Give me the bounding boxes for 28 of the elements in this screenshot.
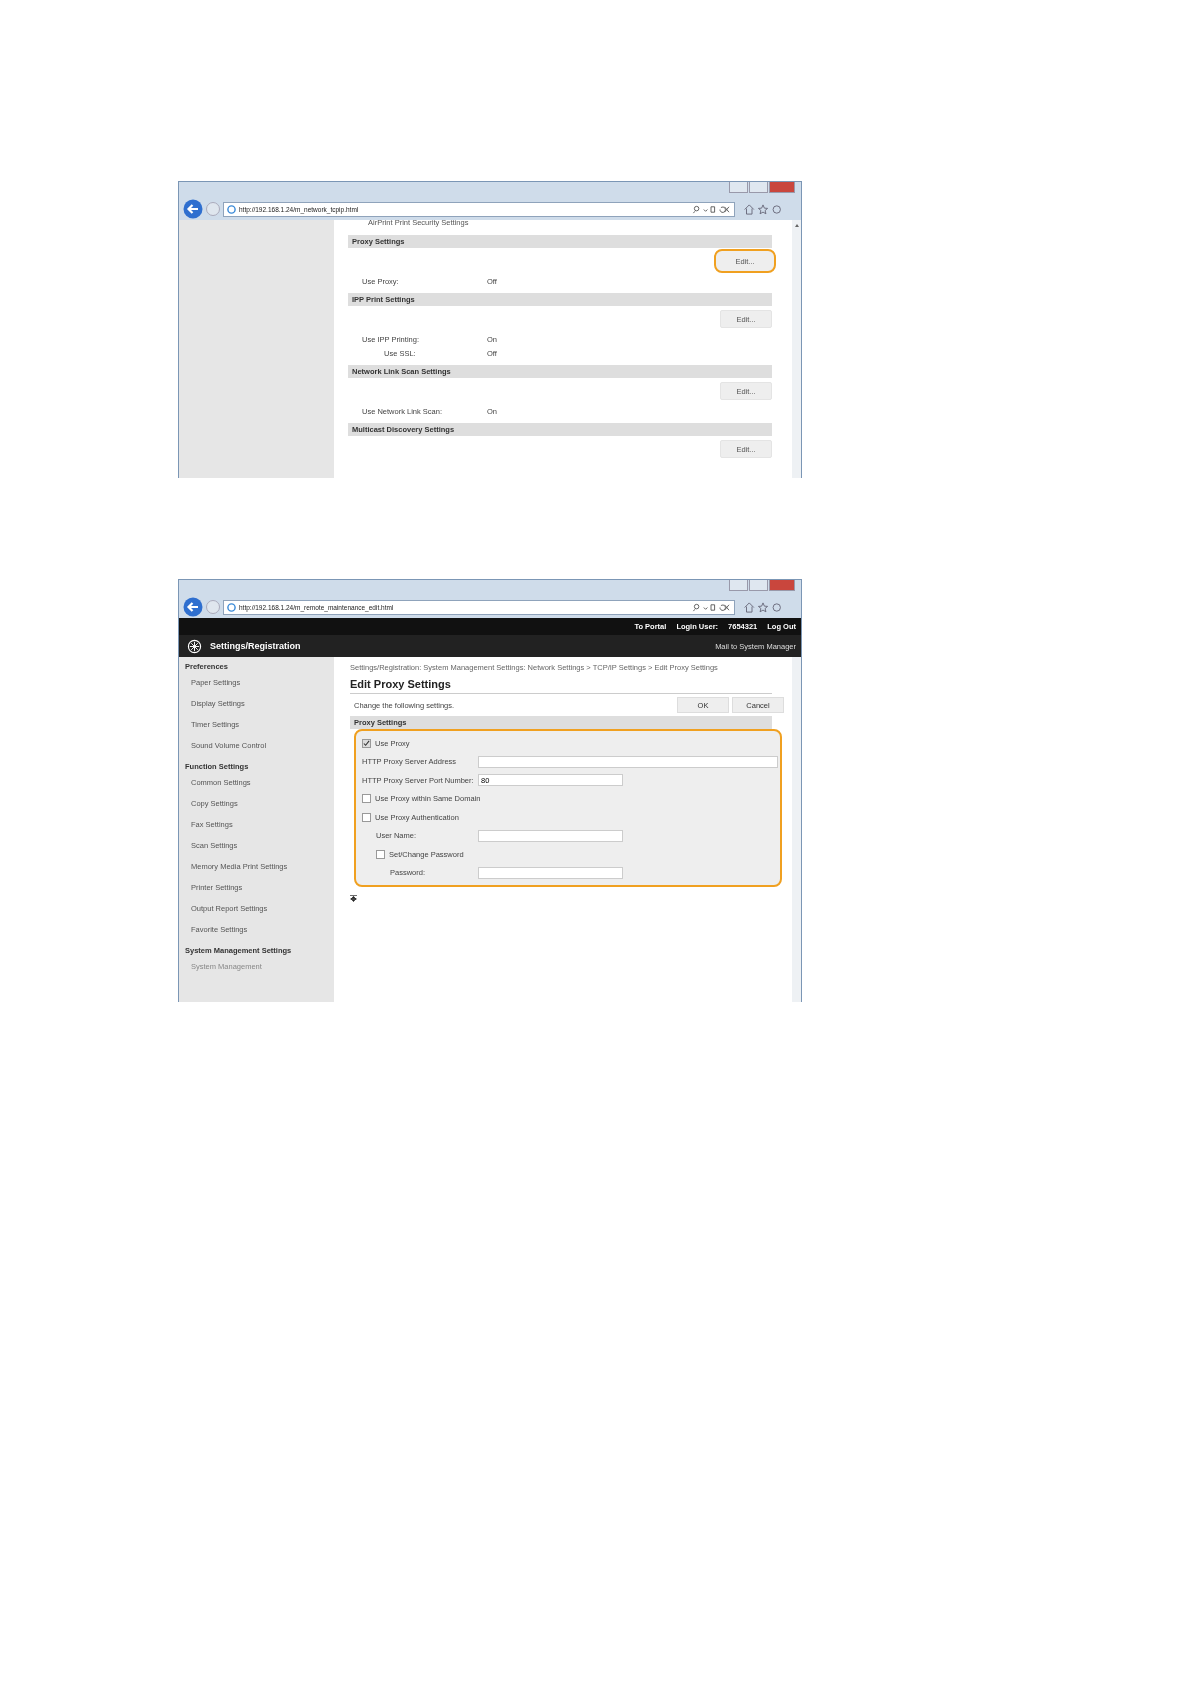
- home-favorites-settings-icon[interactable]: [742, 203, 784, 215]
- checkbox[interactable]: [362, 812, 371, 822]
- close-icon[interactable]: [769, 182, 795, 193]
- close-icon[interactable]: [769, 580, 795, 591]
- page-icon: [227, 602, 236, 612]
- back-icon[interactable]: [183, 199, 203, 219]
- input-field[interactable]: [478, 755, 778, 768]
- back-icon[interactable]: [183, 597, 203, 617]
- maximize-icon[interactable]: [749, 580, 768, 591]
- page-icon: [227, 204, 236, 214]
- maximize-icon[interactable]: [749, 182, 768, 193]
- app-title: Settings/Registration: [210, 641, 301, 651]
- scroll-up-icon[interactable]: [794, 224, 799, 227]
- minimize-icon[interactable]: [729, 182, 748, 193]
- address-tools-icon[interactable]: [691, 204, 731, 214]
- minimize-icon[interactable]: [729, 580, 748, 591]
- address-tools-icon[interactable]: [691, 602, 731, 612]
- checkbox[interactable]: [376, 849, 385, 859]
- scrollbar[interactable]: [792, 220, 801, 478]
- input-field[interactable]: [478, 866, 623, 879]
- checkbox[interactable]: [362, 794, 371, 804]
- gear-icon: [187, 638, 202, 654]
- home-favorites-settings-icon[interactable]: [742, 601, 784, 613]
- scrollbar[interactable]: [792, 657, 801, 1002]
- back-to-top-icon[interactable]: [350, 895, 357, 902]
- checkbox[interactable]: [362, 738, 371, 748]
- page-title: Edit Proxy Settings: [350, 678, 772, 694]
- input-field[interactable]: [478, 829, 623, 842]
